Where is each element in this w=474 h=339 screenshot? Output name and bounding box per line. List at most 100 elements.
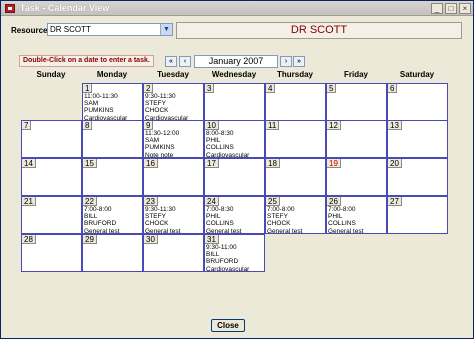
task-entry[interactable]: 7:00-8:00 STEFY CHOCK General test [267,206,324,234]
task-entry-line: 11:30-12:00 [145,130,180,137]
doctor-name-display: DR SCOTT [176,22,462,39]
day-number: 19 [327,159,341,168]
instruction-hint: Double-Click on a date to enter a task. [19,55,154,67]
close-button[interactable]: Close [211,319,245,332]
task-entry-line: 7:00-8:00 [267,206,295,213]
day-number: 27 [388,197,402,206]
calendar-day-15[interactable]: 15 [82,158,143,196]
calendar-day-21[interactable]: 21 [21,196,82,234]
task-entry-line: COLLINS [206,144,234,152]
first-month-button[interactable]: « [165,56,177,67]
calendar-day-16[interactable]: 16 [143,158,204,196]
day-number: 6 [388,84,398,93]
calendar-day-2[interactable]: 2 9:30-11:30 STEFY CHOCK Cardiovascular [143,83,204,121]
task-entry-line: General test [267,227,303,234]
task-entry[interactable]: 7:00-8:30 PHIL COLLINS General test [206,206,263,233]
task-entry[interactable]: 9:30-11:30 STEFY CHOCK General test [145,206,202,233]
day-number: 13 [388,121,402,130]
task-entry-line: BILL [84,213,98,221]
day-number: 22 [83,197,97,206]
task-entry-line: PUMKINS [145,144,175,152]
next-month-button[interactable]: › [280,56,292,67]
calendar-day-27[interactable]: 27 [387,196,448,234]
task-entry-line: SAM [145,137,160,145]
calendar-day-4[interactable]: 4 [265,83,326,121]
calendar-day-20[interactable]: 20 [387,158,448,196]
task-entry[interactable]: 9:30-11:30 STEFY CHOCK Cardiovascular [145,93,202,120]
day-number: 20 [388,159,402,168]
day-number: 25 [266,197,280,206]
app-icon [5,4,15,13]
calendar-day-24[interactable]: 24 7:00-8:30 PHIL COLLINS General test [204,196,265,234]
task-entry-line: PHIL [206,137,221,145]
task-entry[interactable]: 11:00-11:30 SAM PUMKINS Cardiovascular [84,93,141,120]
resource-dropdown[interactable]: DR SCOTT ▼ [47,23,173,36]
calendar-day-5[interactable]: 5 [326,83,387,121]
calendar-day-6[interactable]: 6 [387,83,448,121]
calendar-day-17[interactable]: 17 [204,158,265,196]
calendar-day-11[interactable]: 11 [265,120,326,158]
calendar-day-9[interactable]: 9 11:30-12:00 SAM PUMKINS Note note [143,120,204,158]
task-entry[interactable]: 9:30-11:00 BILL BRUFORD Cardiovascular [206,244,263,272]
resource-label: Resource: [11,26,51,35]
chevron-down-icon[interactable]: ▼ [160,24,172,35]
day-number: 30 [144,235,158,244]
task-entry-line: 9:30-11:00 [206,244,237,251]
prev-month-button[interactable]: ‹ [179,56,191,67]
task-entry-line: 9:30-11:30 [145,206,176,213]
weekday-header-thursday: Thursday [276,70,313,79]
calendar-day-3[interactable]: 3 [204,83,265,121]
calendar-day-19[interactable]: 19 [326,158,387,196]
calendar-day-30[interactable]: 30 [143,234,204,272]
calendar-day-28[interactable]: 28 [21,234,82,272]
day-number: 26 [327,197,341,206]
task-entry-line: 11:00-11:30 [84,93,118,100]
calendar-day-13[interactable]: 13 [387,120,448,158]
task-entry[interactable]: 8:00-8:30 PHIL COLLINS Cardiovascular [206,130,263,157]
task-entry-line: 7:00-8:00 [84,206,112,213]
calendar-day-10[interactable]: 10 8:00-8:30 PHIL COLLINS Cardiovascular [204,120,265,158]
window-title: Task - Calendar View [20,3,110,13]
day-number: 24 [205,197,219,206]
last-month-button[interactable]: » [293,56,305,67]
minimize-button[interactable]: _ [431,3,443,14]
day-number: 23 [144,197,158,206]
calendar-day-18[interactable]: 18 [265,158,326,196]
calendar-day-8[interactable]: 8 [82,120,143,158]
task-entry-line: 9:30-11:30 [145,93,176,100]
day-number: 9 [144,121,154,130]
calendar-day-12[interactable]: 12 [326,120,387,158]
calendar-cell-empty [21,83,82,121]
calendar-day-29[interactable]: 29 [82,234,143,272]
task-entry-line: BILL [206,251,220,259]
calendar-day-23[interactable]: 23 9:30-11:30 STEFY CHOCK General test [143,196,204,234]
task-entry-line: 7:00-8:30 [206,206,234,213]
calendar-day-7[interactable]: 7 [21,120,82,158]
day-number: 12 [327,121,341,130]
day-number: 5 [327,84,337,93]
task-entry-line: PHIL [328,213,343,221]
task-entry[interactable]: 7:00-8:00 BILL BRUFORD General test [84,206,141,233]
task-entry-line: CHOCK [145,107,169,115]
task-entry-line: Cardiovascular [206,265,250,272]
calendar-day-22[interactable]: 22 7:00-8:00 BILL BRUFORD General test [82,196,143,234]
calendar-day-31[interactable]: 31 9:30-11:00 BILL BRUFORD Cardiovascular [204,234,265,272]
task-entry-line: COLLINS [328,220,356,228]
task-entry[interactable]: 7:00-8:00 PHIL COLLINS General test [328,206,385,234]
close-window-button[interactable]: × [459,3,471,14]
weekday-header-wednesday: Wednesday [211,70,257,79]
task-entry[interactable]: 11:30-12:00 SAM PUMKINS Note note [145,130,202,157]
resource-selected-value: DR SCOTT [50,25,91,34]
task-entry-line: SAM [84,100,99,108]
day-number: 18 [266,159,280,168]
maximize-button[interactable]: □ [445,3,457,14]
calendar-day-1[interactable]: 1 11:00-11:30 SAM PUMKINS Cardiovascular [82,83,143,121]
calendar-day-26[interactable]: 26 7:00-8:00 PHIL COLLINS General test [326,196,387,234]
title-bar[interactable]: Task - Calendar View _ □ × [1,1,473,16]
calendar-day-25[interactable]: 25 7:00-8:00 STEFY CHOCK General test [265,196,326,234]
calendar-day-14[interactable]: 14 [21,158,82,196]
task-entry-line: General test [328,227,364,234]
task-entry-line: STEFY [145,213,166,221]
weekday-header-friday: Friday [343,70,368,79]
task-entry-line: BRUFORD [84,220,117,228]
